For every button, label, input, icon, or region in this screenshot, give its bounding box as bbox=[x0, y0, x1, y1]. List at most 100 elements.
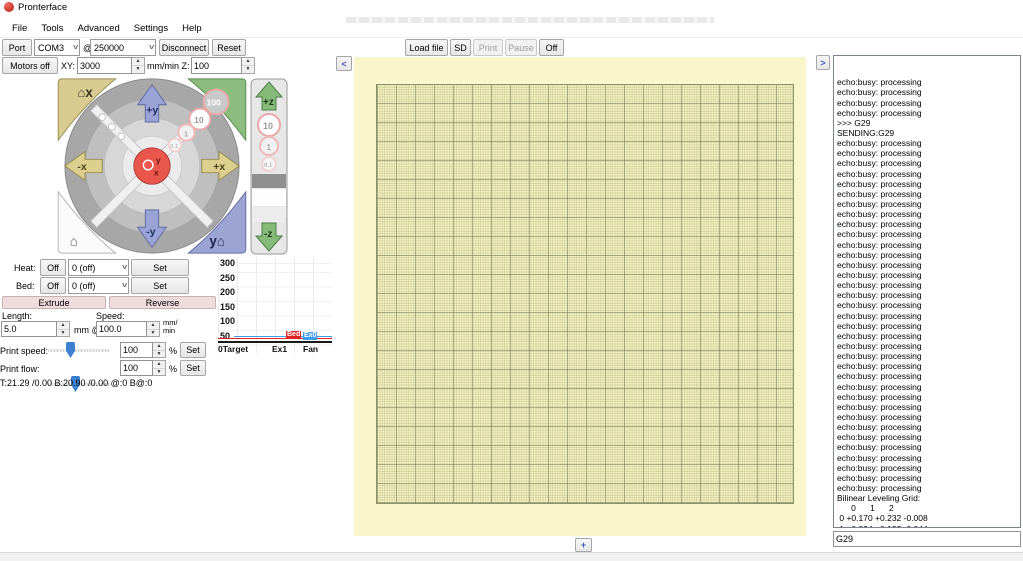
log-line: echo:busy: processing bbox=[837, 371, 922, 382]
bed-grid[interactable] bbox=[376, 84, 794, 504]
spinner-arrows[interactable]: ▲ ▼ bbox=[153, 342, 166, 358]
ex1-axis-label: Ex1 bbox=[272, 344, 288, 354]
z-band-light[interactable] bbox=[252, 189, 286, 206]
print-flow-stepper[interactable]: ▲▼ bbox=[120, 360, 166, 376]
chevron-down-icon: v bbox=[121, 264, 127, 271]
extrude-length-stepper[interactable]: ▲▼ bbox=[1, 321, 70, 337]
collapse-left-button[interactable]: < bbox=[336, 56, 352, 71]
svg-text:1: 1 bbox=[267, 143, 272, 152]
log-line: echo:busy: processing bbox=[837, 148, 922, 159]
port-button[interactable]: Port bbox=[2, 39, 32, 56]
log-line: echo:busy: processing bbox=[837, 361, 922, 372]
log-line: echo:busy: processing bbox=[837, 310, 922, 321]
bed-preset-select[interactable]: 0 (off) v bbox=[68, 277, 129, 294]
svg-text:1: 1 bbox=[184, 129, 189, 138]
percent-label: % bbox=[169, 346, 178, 356]
spinner-arrows[interactable]: ▲ ▼ bbox=[153, 360, 166, 376]
svg-text:y: y bbox=[156, 155, 161, 165]
z-feed-label: mm/min Z: bbox=[147, 61, 190, 71]
log-line: echo:busy: processing bbox=[837, 411, 922, 422]
chevron-down-icon: v bbox=[148, 44, 154, 51]
log-line: echo:busy: processing bbox=[837, 229, 922, 240]
spinner-arrows[interactable]: ▲ ▼ bbox=[242, 57, 255, 74]
bed-off-button[interactable]: Off bbox=[40, 277, 66, 294]
status-bar bbox=[0, 552, 1023, 561]
menu-item[interactable]: Help bbox=[175, 21, 209, 36]
y-tick: 250 bbox=[220, 272, 236, 283]
menu-item[interactable]: Settings bbox=[127, 21, 175, 36]
log-line: echo:busy: processing bbox=[837, 391, 922, 402]
spinner-arrows[interactable]: ▲ ▼ bbox=[132, 57, 145, 74]
extrude-length-input[interactable] bbox=[1, 321, 57, 337]
z-feedrate-stepper[interactable]: ▲▼ bbox=[191, 57, 255, 74]
log-output[interactable]: echo:busy: processing echo:busy: processi… bbox=[833, 55, 1021, 528]
disconnect-button[interactable]: Disconnect bbox=[159, 39, 209, 56]
log-line: echo:busy: processing bbox=[837, 269, 922, 280]
home-x-label: ⌂x bbox=[77, 85, 93, 100]
svg-text:+x: +x bbox=[213, 161, 225, 173]
log-line: 0 1 2 bbox=[837, 503, 894, 514]
z-jog-column[interactable]: +z 10 1 0.1 -z bbox=[250, 78, 288, 255]
log-line: echo:busy: processing bbox=[837, 188, 922, 199]
log-line: echo:busy: processing bbox=[837, 138, 922, 149]
collapse-right-button[interactable]: > bbox=[816, 55, 830, 70]
print-speed-slider[interactable] bbox=[48, 342, 110, 358]
reset-button[interactable]: Reset bbox=[212, 39, 246, 56]
svg-text:+z: +z bbox=[263, 97, 274, 108]
home-all-label: ⌂ bbox=[70, 233, 78, 248]
port-select[interactable]: COM3 v bbox=[34, 39, 80, 56]
print-speed-set-button[interactable]: Set bbox=[180, 342, 206, 358]
fan-axis-label: Fan bbox=[303, 344, 319, 354]
heat-set-button[interactable]: Set bbox=[131, 259, 189, 276]
spinner-arrows[interactable]: ▲ ▼ bbox=[57, 321, 70, 337]
xy-feed-label: XY: bbox=[61, 61, 76, 71]
ex0-line-chip: Ex0 bbox=[303, 332, 318, 340]
reverse-button[interactable]: Reverse bbox=[109, 296, 216, 309]
extrude-speed-input[interactable] bbox=[96, 321, 147, 337]
bed-viewer-panel[interactable] bbox=[354, 57, 806, 536]
motors-off-button[interactable]: Motors off bbox=[2, 57, 58, 74]
log-line: echo:busy: processing bbox=[837, 209, 922, 220]
spinner-arrows[interactable]: ▲ ▼ bbox=[147, 321, 160, 337]
log-line: echo:busy: processing bbox=[837, 462, 922, 473]
print-flow-set-button[interactable]: Set bbox=[180, 360, 206, 376]
log-line: echo:busy: processing bbox=[837, 178, 922, 189]
heat-off-button[interactable]: Off bbox=[40, 259, 66, 276]
log-line: >>> G29 bbox=[837, 117, 871, 128]
extrude-button[interactable]: Extrude bbox=[2, 296, 106, 309]
window-title: Pronterface bbox=[18, 2, 68, 13]
menu-item[interactable]: File bbox=[5, 21, 34, 36]
print-flow-input[interactable] bbox=[120, 360, 153, 376]
log-line: echo:busy: processing bbox=[837, 199, 922, 209]
baudrate-select[interactable]: 250000 v bbox=[90, 39, 156, 56]
sd-button[interactable]: SD bbox=[450, 39, 471, 56]
svg-text:10: 10 bbox=[263, 121, 273, 131]
load-file-button[interactable]: Load file bbox=[405, 39, 448, 56]
xy-feedrate-input[interactable] bbox=[77, 57, 132, 74]
z-band-lighter[interactable] bbox=[252, 207, 286, 222]
off-button[interactable]: Off bbox=[539, 39, 564, 56]
log-line: echo:busy: processing bbox=[837, 239, 922, 250]
extrude-speed-stepper[interactable]: ▲▼ bbox=[96, 321, 160, 337]
percent-label: % bbox=[169, 364, 178, 374]
log-line: echo:busy: processing bbox=[837, 351, 922, 362]
jog-center-button[interactable] bbox=[133, 147, 171, 185]
log-line: echo:busy: processing bbox=[837, 219, 922, 230]
menu-item[interactable]: Tools bbox=[34, 21, 70, 36]
print-speed-input[interactable] bbox=[120, 342, 153, 358]
z-feedrate-input[interactable] bbox=[191, 57, 242, 74]
slider-thumb[interactable] bbox=[66, 342, 75, 358]
bed-set-button[interactable]: Set bbox=[131, 277, 189, 294]
gcode-command-input[interactable] bbox=[833, 531, 1021, 547]
chevron-down-icon: v bbox=[72, 44, 78, 51]
menu-item[interactable]: Advanced bbox=[71, 21, 127, 36]
print-speed-stepper[interactable]: ▲▼ bbox=[120, 342, 166, 358]
log-line: 1 +0.024 +0.132 -0.044 bbox=[837, 524, 1020, 528]
expand-bottom-button[interactable]: + bbox=[575, 538, 592, 552]
heat-preset-select[interactable]: 0 (off) v bbox=[68, 259, 129, 276]
log-line: echo:busy: processing bbox=[837, 168, 922, 179]
log-line: echo:busy: processing bbox=[837, 472, 922, 483]
xy-feedrate-stepper[interactable]: ▲▼ bbox=[77, 57, 145, 74]
xy-jog-pad[interactable]: ⌂x z⌂ ⌂ y⌂ +y -y -x +x y x 100 10 1 0.1 bbox=[56, 77, 248, 255]
z-band-dark[interactable] bbox=[252, 174, 286, 188]
